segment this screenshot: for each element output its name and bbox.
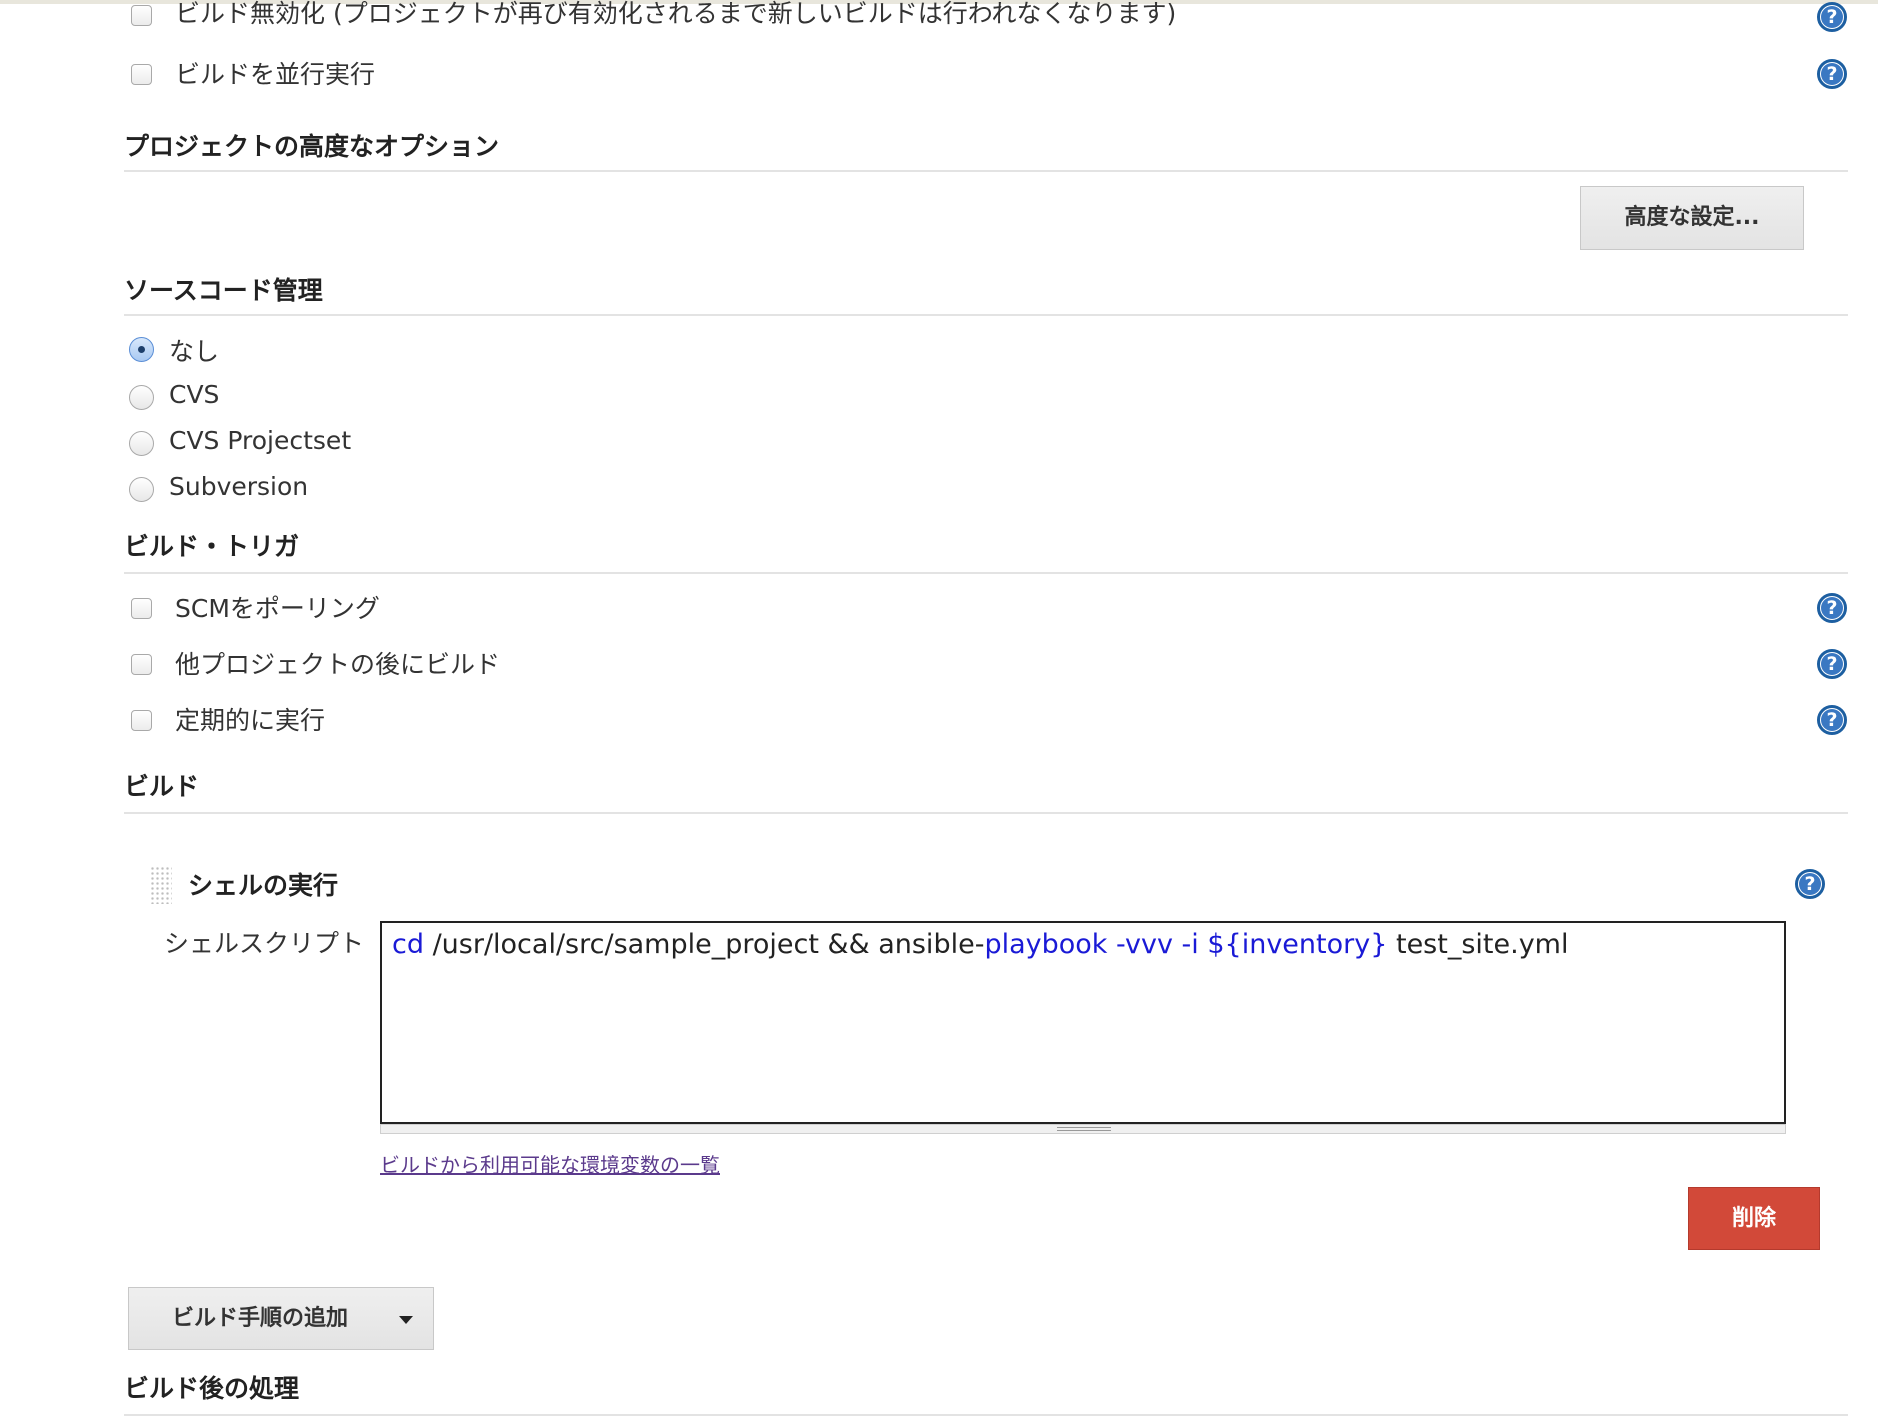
env-vars-link[interactable]: ビルドから利用可能な環境変数の一覧 xyxy=(380,1149,720,1178)
build-after-other-label: 他プロジェクトの後にビルド xyxy=(175,650,501,679)
shell-step-heading: シェルの実行 xyxy=(188,871,339,900)
shell-script-textarea[interactable]: cd /usr/local/src/sample_project && ansi… xyxy=(380,921,1786,1124)
script-token: playbook -vvv -i ${inventory} xyxy=(984,929,1388,960)
advanced-settings-button[interactable]: 高度な設定... xyxy=(1580,186,1804,250)
script-token: /usr/local/src/sample_project && ansible… xyxy=(423,929,985,960)
shell-script-label: シェルスクリプト xyxy=(164,929,365,958)
divider xyxy=(124,314,1848,316)
add-build-step-label: ビルド手順の追加 xyxy=(172,1306,349,1331)
scm-none-radio[interactable] xyxy=(129,337,154,362)
add-build-step-button[interactable]: ビルド手順の追加 xyxy=(128,1287,434,1350)
caret-down-icon xyxy=(399,1316,413,1324)
scm-heading: ソースコード管理 xyxy=(124,276,323,305)
divider xyxy=(124,1414,1848,1416)
disable-build-label: ビルド無効化 (プロジェクトが再び有効化されるまで新しいビルドは行われなくなりま… xyxy=(175,0,1177,28)
divider xyxy=(124,812,1848,814)
post-build-heading: ビルド後の処理 xyxy=(124,1374,300,1403)
help-icon[interactable]: ? xyxy=(1817,705,1847,735)
poll-scm-checkbox[interactable] xyxy=(131,598,152,619)
build-after-other-checkbox[interactable] xyxy=(131,654,152,675)
scm-none-label: なし xyxy=(169,337,220,366)
build-periodically-checkbox[interactable] xyxy=(131,710,152,731)
help-icon[interactable]: ? xyxy=(1817,2,1847,32)
build-heading: ビルド xyxy=(124,772,200,801)
scm-subversion-radio[interactable] xyxy=(129,477,154,502)
textarea-resize-handle[interactable] xyxy=(380,1124,1786,1134)
help-icon[interactable]: ? xyxy=(1817,593,1847,623)
drag-handle[interactable] xyxy=(150,866,172,904)
concurrent-build-label: ビルドを並行実行 xyxy=(175,60,376,89)
scm-subversion-label: Subversion xyxy=(169,472,309,501)
scm-cvs-label: CVS xyxy=(169,380,220,409)
scm-cvs-projectset-radio[interactable] xyxy=(129,431,154,456)
scm-cvs-radio[interactable] xyxy=(129,385,154,410)
concurrent-build-checkbox[interactable] xyxy=(131,64,152,85)
script-token: cd xyxy=(392,929,424,960)
build-triggers-heading: ビルド・トリガ xyxy=(124,532,300,561)
divider xyxy=(124,170,1848,172)
grip-icon xyxy=(1057,1127,1111,1128)
help-icon[interactable]: ? xyxy=(1817,649,1847,679)
advanced-options-heading: プロジェクトの高度なオプション xyxy=(124,132,500,161)
poll-scm-label: SCMをポーリング xyxy=(175,594,380,623)
help-icon[interactable]: ? xyxy=(1795,869,1825,899)
scm-cvs-projectset-label: CVS Projectset xyxy=(169,426,352,455)
divider xyxy=(124,572,1848,574)
script-token: test_site.yml xyxy=(1387,929,1569,960)
delete-button[interactable]: 削除 xyxy=(1688,1187,1820,1250)
build-periodically-label: 定期的に実行 xyxy=(175,706,326,735)
disable-build-checkbox[interactable] xyxy=(131,5,152,26)
help-icon[interactable]: ? xyxy=(1817,59,1847,89)
